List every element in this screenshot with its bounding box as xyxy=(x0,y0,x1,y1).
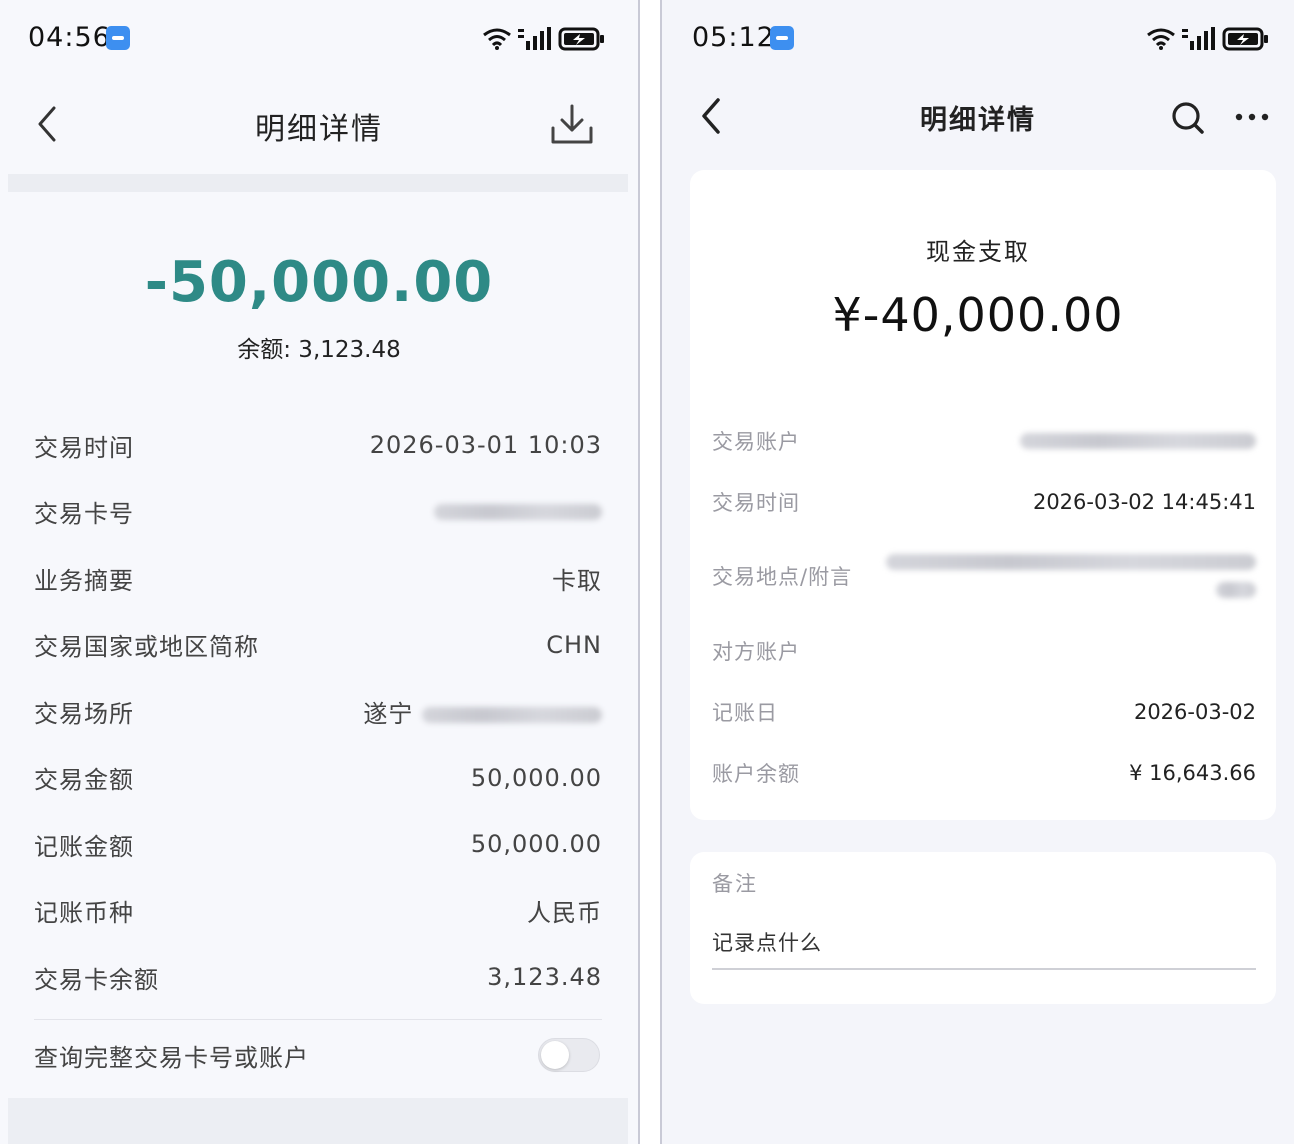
more-icon[interactable] xyxy=(1234,112,1270,122)
detail-row-counterparty: 对方账户 xyxy=(712,620,1256,682)
row-label: 交易时间 xyxy=(34,433,134,462)
row-value: CHN xyxy=(546,630,602,659)
row-value: ¥ 16,643.66 xyxy=(1129,761,1256,785)
app-notification-icon xyxy=(770,26,794,50)
detail-row-summary: 业务摘要 卡取 xyxy=(34,545,602,612)
detail-row-booking-date: 记账日 2026-03-02 xyxy=(712,682,1256,742)
transaction-type: 现金支取 xyxy=(926,238,1030,266)
row-value: 遂宁 xyxy=(363,694,602,729)
row-value: 人民币 xyxy=(527,899,602,928)
toggle-label: 查询完整交易卡号或账户 xyxy=(34,1043,309,1072)
row-label: 交易卡号 xyxy=(34,500,134,529)
row-label: 交易时间 xyxy=(712,491,800,515)
detail-row-balance: 账户余额 ¥ 16,643.66 xyxy=(712,742,1256,804)
toggle-knob xyxy=(541,1041,569,1069)
right-screen: 05:12 明细详情 现金支取 ¥-40,000.00 交易账户 交易时间 20… xyxy=(662,0,1294,1144)
blurred-card-number xyxy=(434,503,602,520)
battery-charging-icon xyxy=(1222,27,1268,51)
bottom-band xyxy=(8,1098,628,1144)
row-label: 交易账户 xyxy=(712,430,800,454)
row-value: 50,000.00 xyxy=(470,763,602,792)
blurred-line xyxy=(1216,582,1256,598)
nav-bar: 明细详情 xyxy=(0,84,638,164)
detail-row-booked-amount: 记账金额 50,000.00 xyxy=(34,811,602,878)
detail-row-currency: 记账币种 人民币 xyxy=(34,878,602,945)
download-icon[interactable] xyxy=(550,102,594,146)
row-value: 2026-03-02 14:45:41 xyxy=(1032,490,1256,514)
row-value: 3,123.48 xyxy=(487,963,602,992)
blurred-account xyxy=(1020,433,1256,449)
signal-icon xyxy=(518,27,551,50)
row-label: 记账日 xyxy=(712,701,778,725)
full-card-toggle[interactable] xyxy=(538,1038,600,1072)
note-label: 备注 xyxy=(712,872,758,896)
row-value: 2026-03-01 10:03 xyxy=(369,431,602,460)
blurred-line xyxy=(886,554,1256,570)
status-bar: 04:56 xyxy=(0,0,638,78)
detail-list: 交易时间 2026-03-01 10:03 交易卡号 业务摘要 卡取 交易国家或… xyxy=(34,412,602,1011)
detail-list: 交易账户 交易时间 2026-03-02 14:45:41 交易地点/附言 对方… xyxy=(712,410,1256,804)
blurred-location xyxy=(886,554,1256,598)
row-label: 账户余额 xyxy=(712,762,800,786)
row-value: 50,000.00 xyxy=(470,830,602,859)
detail-row-card-balance: 交易卡余额 3,123.48 xyxy=(34,944,602,1011)
full-card-toggle-row: 查询完整交易卡号或账户 xyxy=(34,1030,600,1080)
detail-row-account: 交易账户 xyxy=(712,410,1256,472)
divider xyxy=(34,1019,602,1020)
wifi-icon xyxy=(1147,28,1175,50)
transaction-amount: ¥-40,000.00 xyxy=(832,288,1124,342)
status-time: 04:56 xyxy=(28,22,111,53)
row-label: 交易国家或地区简称 xyxy=(34,633,259,662)
wifi-icon xyxy=(483,28,511,50)
page-title: 明细详情 xyxy=(255,112,383,147)
search-icon[interactable] xyxy=(1170,100,1206,136)
row-label: 交易金额 xyxy=(34,766,134,795)
transaction-amount: -50,000.00 xyxy=(144,250,494,315)
detail-row-location: 交易地点/附言 xyxy=(712,532,1256,620)
detail-row-card-number: 交易卡号 xyxy=(34,479,602,546)
row-label: 交易地点/附言 xyxy=(712,565,853,589)
row-label: 对方账户 xyxy=(712,640,800,664)
detail-row-amount: 交易金额 50,000.00 xyxy=(34,745,602,812)
app-notification-icon xyxy=(106,26,130,50)
panel-divider xyxy=(638,0,640,1144)
detail-row-time: 交易时间 2026-03-01 10:03 xyxy=(34,412,602,479)
system-icons xyxy=(1146,24,1270,54)
row-label: 业务摘要 xyxy=(34,566,134,595)
place-city: 遂宁 xyxy=(363,699,414,728)
left-screen: 04:56 明细详情 -50,000.00 余额: 3,123.48 交易时间 … xyxy=(0,0,638,1144)
section-divider xyxy=(8,174,628,192)
battery-charging-icon xyxy=(558,27,604,51)
row-label: 记账币种 xyxy=(34,899,134,928)
note-input[interactable] xyxy=(712,918,1256,970)
detail-row-country: 交易国家或地区简称 CHN xyxy=(34,612,602,679)
blurred-place xyxy=(422,706,602,723)
row-value: 2026-03-02 xyxy=(1133,700,1256,724)
detail-row-time: 交易时间 2026-03-02 14:45:41 xyxy=(712,472,1256,532)
signal-icon xyxy=(1182,27,1215,50)
row-label: 交易场所 xyxy=(34,699,134,728)
balance-text: 余额: 3,123.48 xyxy=(237,337,401,363)
row-label: 记账金额 xyxy=(34,832,134,861)
nav-bar: 明细详情 xyxy=(662,78,1294,158)
status-bar: 05:12 xyxy=(662,0,1294,78)
system-icons xyxy=(482,24,606,54)
row-value: 卡取 xyxy=(552,566,602,595)
status-time: 05:12 xyxy=(692,22,775,53)
row-label: 交易卡余额 xyxy=(34,965,159,994)
detail-row-place: 交易场所 遂宁 xyxy=(34,678,602,745)
